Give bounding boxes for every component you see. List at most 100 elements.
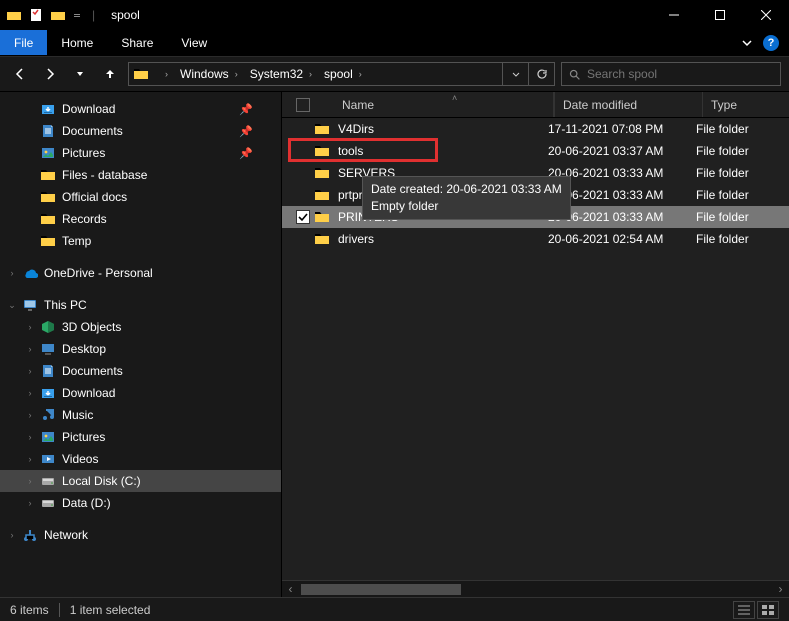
ribbon-tab-home[interactable]: Home bbox=[47, 30, 107, 55]
scroll-right-button[interactable]: › bbox=[772, 581, 789, 598]
sidebar-item-download[interactable]: ›Download📌 bbox=[0, 98, 281, 120]
3d-icon bbox=[40, 319, 56, 335]
sidebar-item-data-d[interactable]: ›Data (D:) bbox=[0, 492, 281, 514]
sidebar-item-network[interactable]: ›Network bbox=[0, 524, 281, 546]
folder-icon bbox=[314, 165, 330, 181]
sidebar-item-documents-pc[interactable]: ›Documents bbox=[0, 360, 281, 382]
folder-icon bbox=[40, 189, 56, 205]
help-button[interactable]: ? bbox=[763, 35, 779, 51]
view-large-icons-button[interactable] bbox=[757, 601, 779, 619]
ribbon: File Home Share View ? bbox=[0, 30, 789, 56]
address-bar[interactable]: › Windows› System32› spool› bbox=[128, 62, 555, 86]
tooltip: Date created: 20-06-2021 03:33 AM Empty … bbox=[362, 176, 571, 220]
file-type: File folder bbox=[696, 166, 789, 180]
file-row[interactable]: V4Dirs17-11-2021 07:08 PMFile folder bbox=[282, 118, 789, 140]
pin-icon: 📌 bbox=[239, 103, 253, 116]
row-checkbox[interactable] bbox=[296, 210, 310, 224]
titlebar-separator: | bbox=[88, 8, 99, 22]
pin-icon: 📌 bbox=[239, 147, 253, 160]
file-type: File folder bbox=[696, 210, 789, 224]
sidebar-item-label: This PC bbox=[44, 298, 87, 312]
forward-button[interactable] bbox=[38, 62, 62, 86]
sidebar-item-label: Files - database bbox=[62, 168, 147, 182]
sidebar-item-videos[interactable]: ›Videos bbox=[0, 448, 281, 470]
file-date: 20-06-2021 02:54 AM bbox=[548, 232, 696, 246]
nav-pane: ›Download📌 ›Documents📌 ›Pictures📌 ›Files… bbox=[0, 92, 282, 597]
disk-icon bbox=[40, 473, 56, 489]
sidebar-item-desktop[interactable]: ›Desktop bbox=[0, 338, 281, 360]
search-box[interactable] bbox=[561, 62, 781, 86]
sidebar-item-music[interactable]: ›Music bbox=[0, 404, 281, 426]
sidebar-item-label: Download bbox=[62, 102, 115, 116]
sidebar-item-label: Data (D:) bbox=[62, 496, 111, 510]
scroll-left-button[interactable]: ‹ bbox=[282, 581, 299, 598]
breadcrumb-label: System32 bbox=[250, 67, 303, 81]
window-title: spool bbox=[105, 8, 140, 22]
properties-icon[interactable] bbox=[28, 7, 44, 23]
column-header-type[interactable]: Type bbox=[703, 92, 789, 117]
sidebar-item-temp[interactable]: ›Temp bbox=[0, 230, 281, 252]
scroll-thumb[interactable] bbox=[301, 584, 461, 595]
sidebar-item-files-database[interactable]: ›Files - database bbox=[0, 164, 281, 186]
maximize-button[interactable] bbox=[697, 0, 743, 30]
back-button[interactable] bbox=[8, 62, 32, 86]
sidebar-item-localdisk-c[interactable]: ›Local Disk (C:) bbox=[0, 470, 281, 492]
pin-icon: 📌 bbox=[239, 125, 253, 138]
recent-dropdown-button[interactable] bbox=[68, 62, 92, 86]
up-button[interactable] bbox=[98, 62, 122, 86]
qatoolbar-dropdown-icon[interactable] bbox=[72, 7, 82, 23]
ribbon-tab-share[interactable]: Share bbox=[107, 30, 167, 55]
sidebar-item-download-pc[interactable]: ›Download bbox=[0, 382, 281, 404]
sidebar-item-official-docs[interactable]: ›Official docs bbox=[0, 186, 281, 208]
folder-icon bbox=[314, 187, 330, 203]
thispc-icon bbox=[22, 297, 38, 313]
refresh-button[interactable] bbox=[528, 63, 554, 85]
download-icon bbox=[40, 385, 56, 401]
column-header-name[interactable]: Name bbox=[314, 92, 554, 117]
network-icon bbox=[22, 527, 38, 543]
column-label: Date modified bbox=[563, 98, 637, 112]
search-input[interactable] bbox=[587, 67, 774, 81]
sidebar-item-label: 3D Objects bbox=[62, 320, 121, 334]
status-selected-count: 1 item selected bbox=[70, 603, 151, 617]
file-type: File folder bbox=[696, 188, 789, 202]
horizontal-scrollbar[interactable]: ‹ › bbox=[282, 580, 789, 597]
sort-asc-icon: ˄ bbox=[452, 93, 457, 103]
titlebar: | spool bbox=[0, 0, 789, 30]
file-row[interactable]: drivers20-06-2021 02:54 AMFile folder bbox=[282, 228, 789, 250]
ribbon-file-tab[interactable]: File bbox=[0, 30, 47, 55]
file-type: File folder bbox=[696, 144, 789, 158]
view-details-button[interactable] bbox=[733, 601, 755, 619]
column-header-date[interactable]: Date modified bbox=[555, 92, 703, 117]
close-button[interactable] bbox=[743, 0, 789, 30]
folder-icon bbox=[314, 209, 330, 225]
file-row[interactable]: tools20-06-2021 03:37 AMFile folder bbox=[282, 140, 789, 162]
breadcrumb-root-dropdown[interactable]: › bbox=[153, 63, 174, 85]
tooltip-line: Date created: 20-06-2021 03:33 AM bbox=[371, 181, 562, 198]
breadcrumb-spool[interactable]: spool› bbox=[318, 63, 368, 85]
sidebar-item-onedrive[interactable]: ›OneDrive - Personal bbox=[0, 262, 281, 284]
folder-icon bbox=[40, 211, 56, 227]
sidebar-item-records[interactable]: ›Records bbox=[0, 208, 281, 230]
status-item-count: 6 items bbox=[10, 603, 49, 617]
sidebar-item-label: Official docs bbox=[62, 190, 127, 204]
documents-icon bbox=[40, 363, 56, 379]
select-all-checkbox[interactable] bbox=[296, 98, 310, 112]
sidebar-item-thispc[interactable]: ⌄This PC bbox=[0, 294, 281, 316]
ribbon-tab-view[interactable]: View bbox=[167, 30, 221, 55]
breadcrumb-windows[interactable]: Windows› bbox=[174, 63, 244, 85]
breadcrumb-system32[interactable]: System32› bbox=[244, 63, 318, 85]
videos-icon bbox=[40, 451, 56, 467]
address-dropdown-button[interactable] bbox=[502, 63, 528, 85]
sidebar-item-label: Desktop bbox=[62, 342, 106, 356]
sidebar-item-3dobjects[interactable]: ›3D Objects bbox=[0, 316, 281, 338]
address-folder-icon bbox=[133, 66, 149, 82]
sidebar-item-documents[interactable]: ›Documents📌 bbox=[0, 120, 281, 142]
new-folder-icon[interactable] bbox=[50, 7, 66, 23]
sidebar-item-pictures-pc[interactable]: ›Pictures bbox=[0, 426, 281, 448]
folder-icon bbox=[40, 167, 56, 183]
sidebar-item-pictures[interactable]: ›Pictures📌 bbox=[0, 142, 281, 164]
ribbon-expand-icon[interactable] bbox=[741, 37, 753, 49]
minimize-button[interactable] bbox=[651, 0, 697, 30]
sidebar-item-label: Temp bbox=[62, 234, 91, 248]
